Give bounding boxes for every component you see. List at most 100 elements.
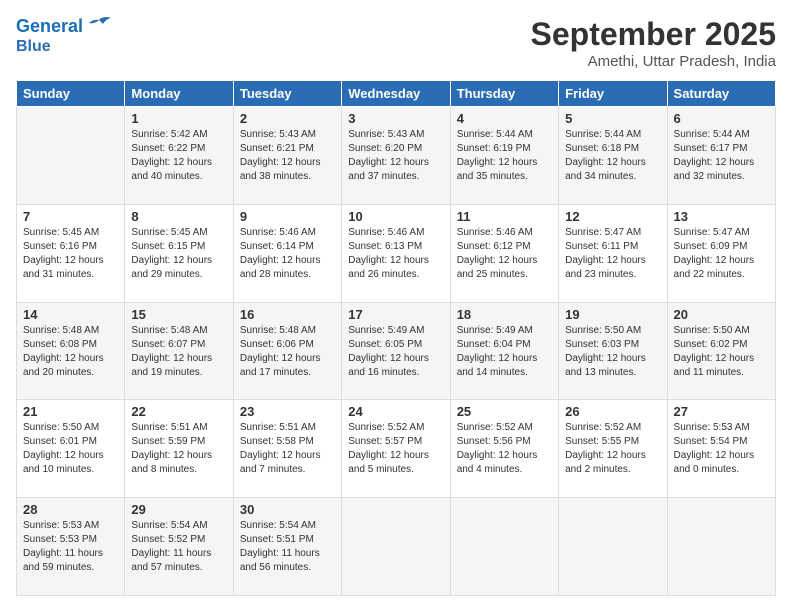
day-info: Sunrise: 5:52 AM Sunset: 5:55 PM Dayligh…	[565, 421, 660, 477]
day-info: Sunrise: 5:45 AM Sunset: 6:16 PM Dayligh…	[23, 226, 118, 282]
day-number: 2	[240, 111, 335, 126]
header-row: Sunday Monday Tuesday Wednesday Thursday…	[17, 81, 776, 107]
day-info: Sunrise: 5:48 AM Sunset: 6:06 PM Dayligh…	[240, 324, 335, 380]
day-info: Sunrise: 5:50 AM Sunset: 6:02 PM Dayligh…	[674, 324, 769, 380]
logo-bird-icon	[85, 16, 113, 38]
day-number: 10	[348, 209, 443, 224]
col-saturday: Saturday	[667, 81, 775, 107]
calendar-cell: 11 Sunrise: 5:46 AM Sunset: 6:12 PM Dayli…	[450, 204, 558, 302]
calendar-cell: 18 Sunrise: 5:49 AM Sunset: 6:04 PM Dayli…	[450, 302, 558, 400]
day-info: Sunrise: 5:42 AM Sunset: 6:22 PM Dayligh…	[131, 128, 226, 184]
col-monday: Monday	[125, 81, 233, 107]
calendar-cell	[342, 498, 450, 596]
calendar-cell: 24 Sunrise: 5:52 AM Sunset: 5:57 PM Dayli…	[342, 400, 450, 498]
main-title: September 2025	[531, 16, 776, 53]
day-number: 29	[131, 502, 226, 517]
calendar-cell	[17, 107, 125, 205]
day-number: 4	[457, 111, 552, 126]
col-wednesday: Wednesday	[342, 81, 450, 107]
day-number: 16	[240, 307, 335, 322]
day-number: 20	[674, 307, 769, 322]
day-number: 25	[457, 404, 552, 419]
logo: General Blue	[16, 16, 113, 56]
day-info: Sunrise: 5:46 AM Sunset: 6:13 PM Dayligh…	[348, 226, 443, 282]
day-number: 9	[240, 209, 335, 224]
calendar-cell	[667, 498, 775, 596]
day-info: Sunrise: 5:45 AM Sunset: 6:15 PM Dayligh…	[131, 226, 226, 282]
logo-text: General	[16, 17, 83, 37]
day-info: Sunrise: 5:46 AM Sunset: 6:14 PM Dayligh…	[240, 226, 335, 282]
day-number: 19	[565, 307, 660, 322]
calendar-cell: 8 Sunrise: 5:45 AM Sunset: 6:15 PM Daylig…	[125, 204, 233, 302]
day-info: Sunrise: 5:46 AM Sunset: 6:12 PM Dayligh…	[457, 226, 552, 282]
day-number: 26	[565, 404, 660, 419]
day-info: Sunrise: 5:51 AM Sunset: 5:59 PM Dayligh…	[131, 421, 226, 477]
calendar-week-1: 1Sunrise: 5:42 AM Sunset: 6:22 PM Daylig…	[17, 107, 776, 205]
calendar-cell: 13 Sunrise: 5:47 AM Sunset: 6:09 PM Dayli…	[667, 204, 775, 302]
calendar-cell: 30 Sunrise: 5:54 AM Sunset: 5:51 PM Dayli…	[233, 498, 341, 596]
day-number: 18	[457, 307, 552, 322]
col-thursday: Thursday	[450, 81, 558, 107]
day-info: Sunrise: 5:44 AM Sunset: 6:18 PM Dayligh…	[565, 128, 660, 184]
day-number: 14	[23, 307, 118, 322]
calendar-cell: 2 Sunrise: 5:43 AM Sunset: 6:21 PM Daylig…	[233, 107, 341, 205]
calendar-cell: 15Sunrise: 5:48 AM Sunset: 6:07 PM Dayli…	[125, 302, 233, 400]
calendar-cell: 22 Sunrise: 5:51 AM Sunset: 5:59 PM Dayli…	[125, 400, 233, 498]
day-info: Sunrise: 5:48 AM Sunset: 6:08 PM Dayligh…	[23, 324, 118, 380]
calendar-cell: 14 Sunrise: 5:48 AM Sunset: 6:08 PM Dayli…	[17, 302, 125, 400]
calendar-cell: 10 Sunrise: 5:46 AM Sunset: 6:13 PM Dayli…	[342, 204, 450, 302]
day-info: Sunrise: 5:53 AM Sunset: 5:54 PM Dayligh…	[674, 421, 769, 477]
calendar-cell: 27Sunrise: 5:53 AM Sunset: 5:54 PM Dayli…	[667, 400, 775, 498]
day-number: 24	[348, 404, 443, 419]
day-number: 12	[565, 209, 660, 224]
col-friday: Friday	[559, 81, 667, 107]
day-number: 8	[131, 209, 226, 224]
day-info: Sunrise: 5:47 AM Sunset: 6:09 PM Dayligh…	[674, 226, 769, 282]
subtitle: Amethi, Uttar Pradesh, India	[531, 53, 776, 70]
calendar-cell: 4Sunrise: 5:44 AM Sunset: 6:19 PM Daylig…	[450, 107, 558, 205]
day-info: Sunrise: 5:43 AM Sunset: 6:21 PM Dayligh…	[240, 128, 335, 184]
calendar-cell: 3Sunrise: 5:43 AM Sunset: 6:20 PM Daylig…	[342, 107, 450, 205]
day-number: 17	[348, 307, 443, 322]
calendar-week-2: 7 Sunrise: 5:45 AM Sunset: 6:16 PM Daylig…	[17, 204, 776, 302]
day-number: 11	[457, 209, 552, 224]
day-number: 7	[23, 209, 118, 224]
day-number: 23	[240, 404, 335, 419]
calendar-cell: 28Sunrise: 5:53 AM Sunset: 5:53 PM Dayli…	[17, 498, 125, 596]
calendar-cell: 29 Sunrise: 5:54 AM Sunset: 5:52 PM Dayli…	[125, 498, 233, 596]
day-info: Sunrise: 5:52 AM Sunset: 5:56 PM Dayligh…	[457, 421, 552, 477]
day-number: 22	[131, 404, 226, 419]
day-info: Sunrise: 5:50 AM Sunset: 6:03 PM Dayligh…	[565, 324, 660, 380]
calendar-cell: 25 Sunrise: 5:52 AM Sunset: 5:56 PM Dayli…	[450, 400, 558, 498]
day-info: Sunrise: 5:54 AM Sunset: 5:51 PM Dayligh…	[240, 519, 335, 575]
day-info: Sunrise: 5:48 AM Sunset: 6:07 PM Dayligh…	[131, 324, 226, 380]
day-info: Sunrise: 5:49 AM Sunset: 6:04 PM Dayligh…	[457, 324, 552, 380]
day-info: Sunrise: 5:52 AM Sunset: 5:57 PM Dayligh…	[348, 421, 443, 477]
calendar-cell: 20 Sunrise: 5:50 AM Sunset: 6:02 PM Dayli…	[667, 302, 775, 400]
day-number: 3	[348, 111, 443, 126]
day-number: 6	[674, 111, 769, 126]
calendar-cell: 9 Sunrise: 5:46 AM Sunset: 6:14 PM Daylig…	[233, 204, 341, 302]
calendar-cell: 21 Sunrise: 5:50 AM Sunset: 6:01 PM Dayli…	[17, 400, 125, 498]
day-info: Sunrise: 5:50 AM Sunset: 6:01 PM Dayligh…	[23, 421, 118, 477]
calendar-week-3: 14 Sunrise: 5:48 AM Sunset: 6:08 PM Dayli…	[17, 302, 776, 400]
day-info: Sunrise: 5:54 AM Sunset: 5:52 PM Dayligh…	[131, 519, 226, 575]
day-info: Sunrise: 5:53 AM Sunset: 5:53 PM Dayligh…	[23, 519, 118, 575]
calendar-cell: 1Sunrise: 5:42 AM Sunset: 6:22 PM Daylig…	[125, 107, 233, 205]
calendar-week-4: 21 Sunrise: 5:50 AM Sunset: 6:01 PM Dayli…	[17, 400, 776, 498]
day-number: 5	[565, 111, 660, 126]
day-number: 21	[23, 404, 118, 419]
calendar-cell: 16 Sunrise: 5:48 AM Sunset: 6:06 PM Dayli…	[233, 302, 341, 400]
title-section: September 2025 Amethi, Uttar Pradesh, In…	[531, 16, 776, 70]
day-info: Sunrise: 5:47 AM Sunset: 6:11 PM Dayligh…	[565, 226, 660, 282]
logo-blue: Blue	[16, 38, 51, 56]
day-info: Sunrise: 5:51 AM Sunset: 5:58 PM Dayligh…	[240, 421, 335, 477]
calendar-cell: 26 Sunrise: 5:52 AM Sunset: 5:55 PM Dayli…	[559, 400, 667, 498]
day-info: Sunrise: 5:49 AM Sunset: 6:05 PM Dayligh…	[348, 324, 443, 380]
calendar-cell: 6Sunrise: 5:44 AM Sunset: 6:17 PM Daylig…	[667, 107, 775, 205]
day-number: 30	[240, 502, 335, 517]
header: General Blue September 2025 Amethi, Utta…	[16, 16, 776, 70]
page: General Blue September 2025 Amethi, Utta…	[0, 0, 792, 612]
day-number: 13	[674, 209, 769, 224]
calendar-cell: 7 Sunrise: 5:45 AM Sunset: 6:16 PM Daylig…	[17, 204, 125, 302]
